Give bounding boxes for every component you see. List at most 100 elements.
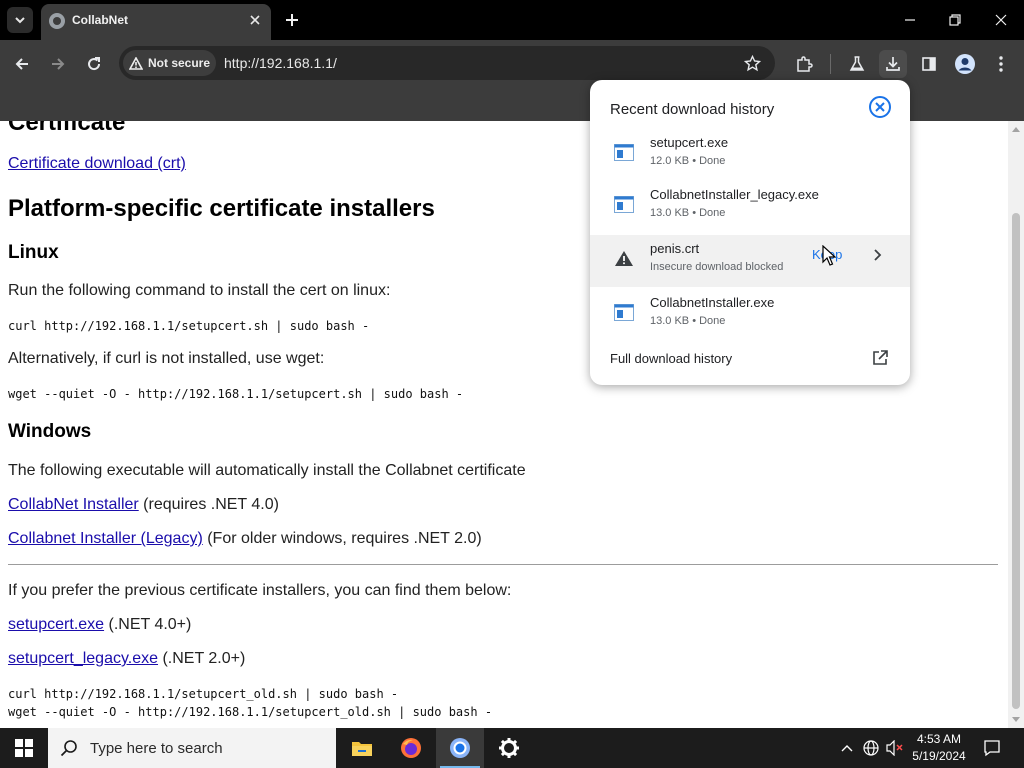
more-vert-icon (999, 56, 1003, 72)
old-curl-command: curl http://192.168.1.1/setupcert_old.sh… (8, 687, 399, 701)
browser-tab[interactable]: CollabNet (41, 4, 271, 40)
tray-volume-button[interactable] (885, 738, 905, 758)
reload-button[interactable] (80, 50, 108, 78)
linux-curl-command: curl http://192.168.1.1/setupcert.sh | s… (8, 319, 370, 333)
chevron-down-icon (15, 17, 25, 24)
close-window-button[interactable] (987, 6, 1015, 34)
tab-close-button[interactable] (245, 10, 265, 30)
avatar-icon (955, 54, 975, 74)
tray-overflow-button[interactable] (837, 738, 857, 758)
clock-time: 4:53 AM (916, 732, 962, 746)
tab-strip: CollabNet (0, 0, 1024, 40)
download-item-blocked[interactable]: penis.crt Insecure download blocked Keep (590, 235, 910, 287)
taskbar-firefox[interactable] (387, 728, 435, 768)
address-bar[interactable]: Not secure http://192.168.1.1/ (119, 46, 775, 80)
warning-icon (129, 56, 143, 70)
star-icon (743, 54, 761, 71)
security-label: Not secure (148, 56, 211, 70)
forward-button[interactable] (44, 50, 72, 78)
profile-button[interactable] (951, 50, 979, 78)
globe-icon (49, 13, 65, 29)
windows-logo-icon (15, 739, 33, 757)
platform-heading: Platform-specific certificate installers (8, 195, 435, 222)
setupcert-legacy-link[interactable]: setupcert_legacy.exe (8, 650, 158, 667)
linux-intro: Run the following command to install the… (8, 282, 391, 299)
toolbar-separator (830, 54, 831, 74)
certificate-download-link[interactable]: Certificate download (crt) (8, 155, 186, 172)
firefox-icon (401, 738, 421, 758)
download-filename: CollabnetInstaller.exe (650, 295, 775, 310)
installer-note: (requires .NET 4.0) (138, 496, 279, 513)
setupcert-link[interactable]: setupcert.exe (8, 616, 104, 633)
site-security-chip[interactable]: Not secure (123, 50, 216, 76)
tray-network-button[interactable] (861, 738, 881, 758)
mouse-cursor-icon (822, 245, 836, 266)
download-item[interactable]: CollabnetInstaller.exe 13.0 KB • Done (590, 289, 910, 341)
old-wget-command: wget --quiet -O - http://192.168.1.1/set… (8, 705, 493, 719)
setupcert-line: setupcert.exe (.NET 4.0+) (8, 616, 191, 634)
start-button[interactable] (0, 728, 48, 768)
executable-file-icon (614, 144, 634, 161)
taskbar-search-box[interactable]: Type here to search (48, 728, 336, 768)
back-button[interactable] (8, 50, 36, 78)
globe-icon (863, 740, 879, 756)
linux-wget-command: wget --quiet -O - http://192.168.1.1/set… (8, 387, 464, 401)
notifications-button[interactable] (982, 738, 1002, 758)
minimize-button[interactable] (896, 6, 924, 34)
notification-icon (984, 740, 1000, 757)
restore-button[interactable] (941, 6, 969, 34)
bookmark-button[interactable] (740, 51, 764, 75)
extensions-button[interactable] (790, 50, 818, 78)
search-icon (60, 740, 77, 757)
download-filename: penis.crt (650, 241, 700, 256)
previous-installers-intro: If you prefer the previous certificate i… (8, 582, 512, 599)
chevron-right-icon[interactable] (870, 247, 886, 263)
installer-line: CollabNet Installer (requires .NET 4.0) (8, 496, 279, 514)
scrollbar-thumb[interactable] (1012, 213, 1020, 709)
side-panel-button[interactable] (915, 50, 943, 78)
scroll-up-arrow-icon[interactable] (1012, 127, 1020, 132)
download-panel-title: Recent download history (610, 101, 775, 118)
puzzle-icon (797, 56, 813, 72)
chevron-up-icon (841, 745, 853, 752)
download-filename: setupcert.exe (650, 135, 729, 150)
download-status: 13.0 KB • Done (650, 207, 726, 219)
taskbar-chrome[interactable] (436, 728, 484, 768)
page-scrollbar[interactable] (1008, 121, 1024, 728)
linux-alternative: Alternatively, if curl is not installed,… (8, 350, 325, 367)
downloads-button[interactable] (879, 50, 907, 78)
windows-heading: Windows (8, 421, 92, 442)
download-filename: CollabnetInstaller_legacy.exe (650, 187, 819, 202)
collabnet-installer-legacy-link[interactable]: Collabnet Installer (Legacy) (8, 530, 203, 547)
plus-icon (286, 14, 298, 26)
menu-button[interactable] (987, 50, 1015, 78)
clock-date: 5/19/2024 (912, 749, 966, 763)
scroll-down-arrow-icon[interactable] (1012, 717, 1020, 722)
taskbar-file-explorer[interactable] (338, 728, 386, 768)
collabnet-installer-link[interactable]: CollabNet Installer (8, 496, 139, 513)
restore-icon (949, 14, 961, 26)
download-status: Insecure download blocked (650, 261, 784, 273)
url-text: http://192.168.1.1/ (224, 55, 337, 71)
side-panel-icon (922, 57, 936, 71)
taskbar-settings[interactable] (485, 728, 533, 768)
tab-search-button[interactable] (7, 7, 33, 33)
taskbar-search-placeholder: Type here to search (90, 739, 223, 757)
executable-file-icon (614, 304, 634, 321)
close-icon (250, 15, 260, 25)
labs-button[interactable] (843, 50, 871, 78)
download-history-panel: Recent download history setupcert.exe 12… (590, 80, 910, 385)
download-item[interactable]: setupcert.exe 12.0 KB • Done (590, 129, 910, 181)
setupcert-note: (.NET 4.0+) (104, 616, 192, 633)
page-heading-certificate: Certificate (8, 121, 126, 136)
executable-file-icon (614, 196, 634, 213)
windows-intro: The following executable will automatica… (8, 462, 526, 479)
full-download-history-link[interactable]: Full download history (610, 351, 732, 366)
open-in-new-icon[interactable] (871, 349, 889, 367)
legacy-installer-line: Collabnet Installer (Legacy) (For older … (8, 530, 482, 548)
download-item[interactable]: CollabnetInstaller_legacy.exe 13.0 KB • … (590, 181, 910, 233)
taskbar-clock[interactable]: 4:53 AM 5/19/2024 (910, 731, 968, 765)
download-panel-close-button[interactable] (868, 95, 892, 119)
new-tab-button[interactable] (280, 8, 304, 32)
download-status: 13.0 KB • Done (650, 315, 726, 327)
